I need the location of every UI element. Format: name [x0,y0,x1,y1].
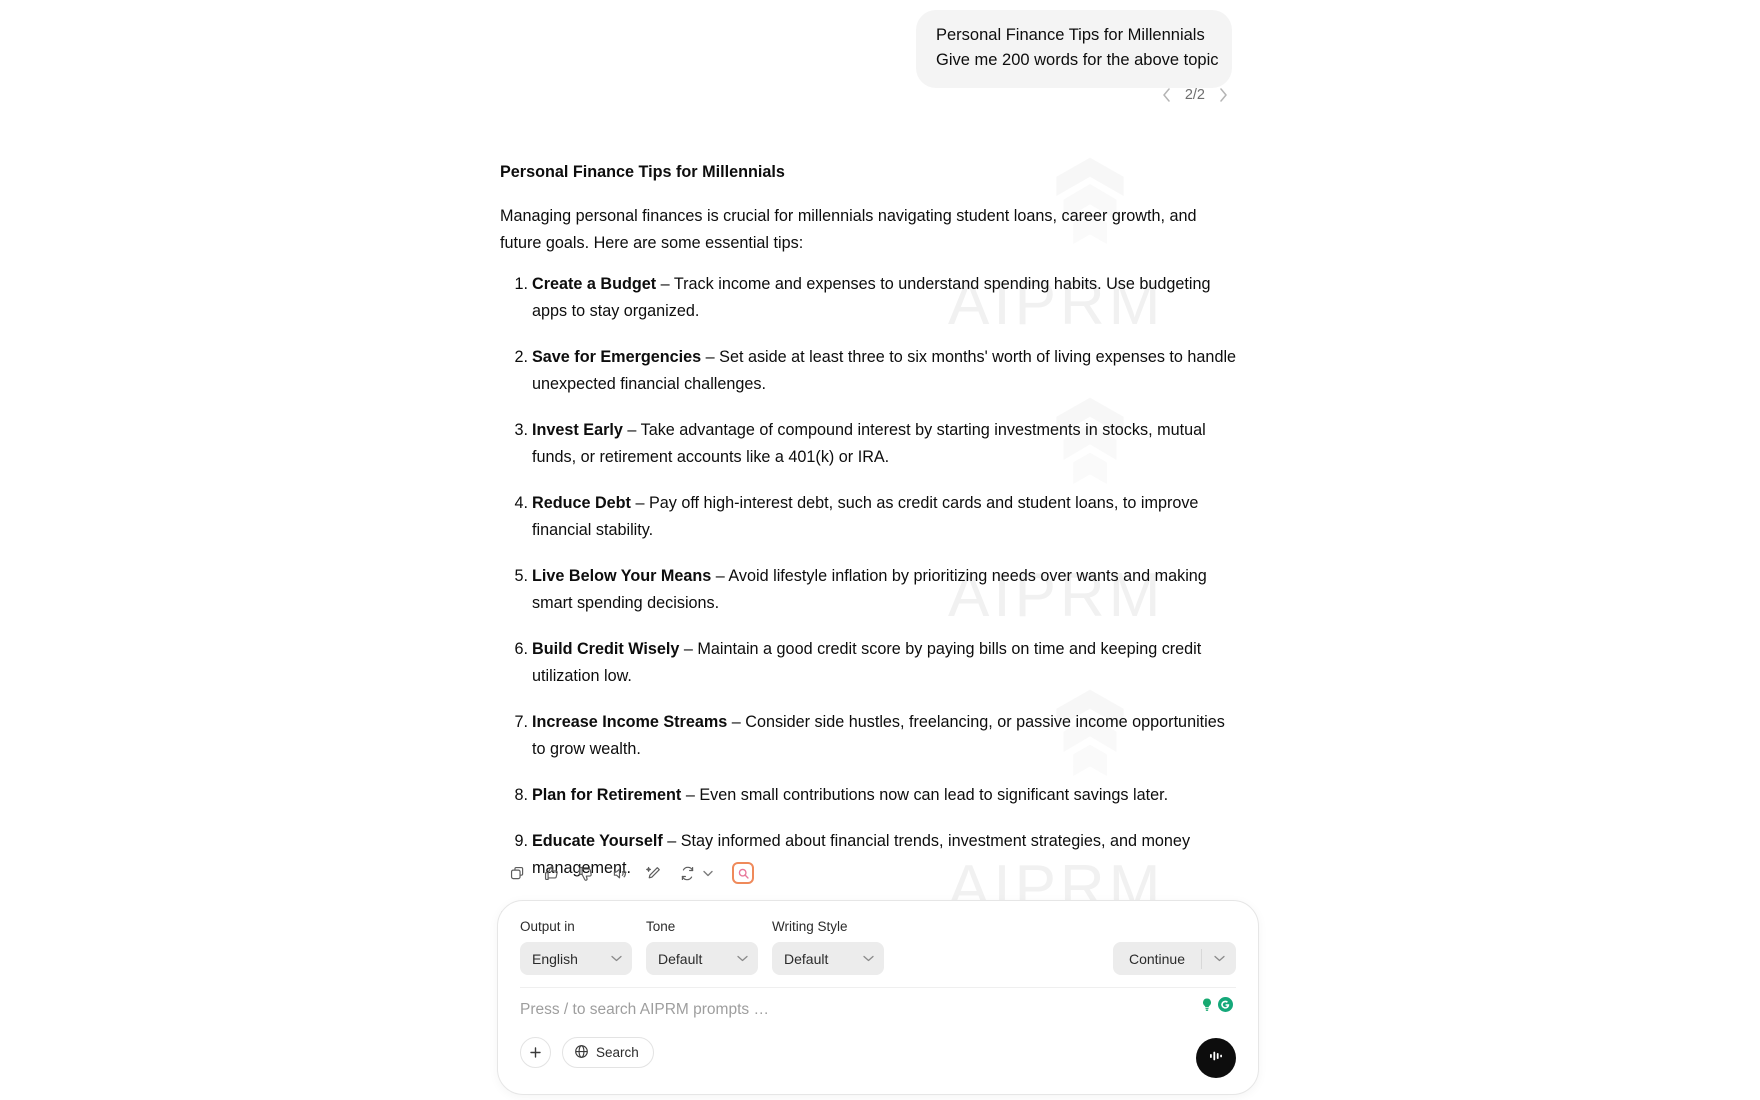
tip-term: Reduce Debt [532,494,631,512]
tips-list: Create a Budget – Track income and expen… [500,271,1240,882]
tip-term: Create a Budget [532,275,657,293]
edit-icon[interactable] [636,858,670,888]
assistant-extension-icons [1198,996,1234,1013]
composer-toolbar: Search [498,1031,1258,1068]
tip-term: Live Below Your Means [532,567,712,585]
aiprm-options-row: Output in English Tone Default Writing S… [498,901,1258,987]
globe-icon [574,1044,589,1062]
add-attachment-button[interactable] [520,1037,551,1068]
aiprm-prompt-search-row[interactable]: Press / to search AIPRM prompts … [520,987,1236,1031]
tone-value: Default [658,950,703,967]
output-language-select[interactable]: English [520,942,632,975]
tip-term: Educate Yourself [532,832,663,850]
message-action-bar [500,858,754,888]
output-language-value: English [532,950,578,967]
tip-dash: – [679,640,698,658]
tip-dash: – [662,832,681,850]
tone-label: Tone [646,919,676,934]
copy-icon[interactable] [500,858,534,888]
response-title: Personal Finance Tips for Millennials [500,163,785,181]
chevron-down-icon [611,953,622,965]
list-item: Create a Budget – Track income and expen… [500,271,1240,325]
thumbs-up-icon[interactable] [534,858,568,888]
chatgpt-conversation-page: AIPRM AIPRM AIPRM Personal Finance Tips … [0,0,1760,1100]
read-aloud-icon[interactable] [602,858,636,888]
chevron-down-icon[interactable] [1202,955,1236,962]
user-message-line-2: Give me 200 words for the above topic [936,51,1219,69]
response-variation-pager: 2/2 [1158,86,1232,104]
list-item: Live Below Your Means – Avoid lifestyle … [500,563,1240,617]
tip-dash: – [622,421,641,439]
output-language-field: Output in English [520,919,632,975]
voice-mode-button[interactable] [1196,1038,1236,1078]
chevron-down-icon[interactable] [700,858,716,888]
variation-count: 2/2 [1184,87,1205,103]
voice-waveform-icon [1206,1046,1226,1071]
tip-term: Increase Income Streams [532,713,728,731]
writing-style-field: Writing Style Default [772,919,884,975]
user-message-line-1: Personal Finance Tips for Millennials [936,26,1205,44]
lightbulb-icon[interactable] [1198,996,1215,1013]
writing-style-select[interactable]: Default [772,942,884,975]
conversation-thread: Personal Finance Tips for Millennials Gi… [0,0,1760,1100]
tone-select[interactable]: Default [646,942,758,975]
list-item: Build Credit Wisely – Maintain a good cr… [500,636,1240,690]
tip-dash: – [681,786,700,804]
tip-term: Build Credit Wisely [532,640,680,658]
tip-dash: – [701,348,720,366]
tip-dash: – [656,275,674,293]
aiprm-composer-panel: Output in English Tone Default Writing S… [497,900,1259,1095]
tip-term: Invest Early [532,421,623,439]
tip-dash: – [711,567,729,585]
chevron-down-icon [737,953,748,965]
chevron-left-icon[interactable] [1158,86,1176,104]
prompt-search-placeholder: Press / to search AIPRM prompts … [520,1000,769,1018]
tone-field: Tone Default [646,919,758,975]
thumbs-down-icon[interactable] [568,858,602,888]
chevron-down-icon [863,953,874,965]
list-item: Plan for Retirement – Even small contrib… [500,782,1240,809]
regenerate-icon[interactable] [670,858,704,888]
user-message-row: Personal Finance Tips for Millennials Gi… [916,10,1232,88]
writing-style-value: Default [784,950,829,967]
continue-label: Continue [1128,950,1185,967]
regenerate-control[interactable] [670,858,716,888]
tip-dash: – [727,713,746,731]
user-message-bubble[interactable]: Personal Finance Tips for Millennials Gi… [916,10,1232,88]
writing-style-label: Writing Style [772,919,848,934]
list-item: Reduce Debt – Pay off high-interest debt… [500,490,1240,544]
grammarly-icon[interactable] [1217,996,1234,1013]
web-search-button[interactable]: Search [562,1037,654,1068]
tip-term: Save for Emergencies [532,348,702,366]
aiprm-search-icon[interactable] [732,862,754,884]
assistant-message: Personal Finance Tips for Millennials Ma… [500,160,1240,932]
web-search-label: Search [596,1045,639,1060]
chevron-right-icon[interactable] [1214,86,1232,104]
list-item: Invest Early – Take advantage of compoun… [500,417,1240,471]
tip-dash: – [630,494,649,512]
continue-button[interactable]: Continue [1112,942,1236,975]
list-item: Save for Emergencies – Set aside at leas… [500,344,1240,398]
list-item: Increase Income Streams – Consider side … [500,709,1240,763]
response-intro: Managing personal finances is crucial fo… [500,207,1197,252]
tip-text: Even small contributions now can lead to… [699,786,1169,804]
output-language-label: Output in [520,919,575,934]
tip-term: Plan for Retirement [532,786,682,804]
